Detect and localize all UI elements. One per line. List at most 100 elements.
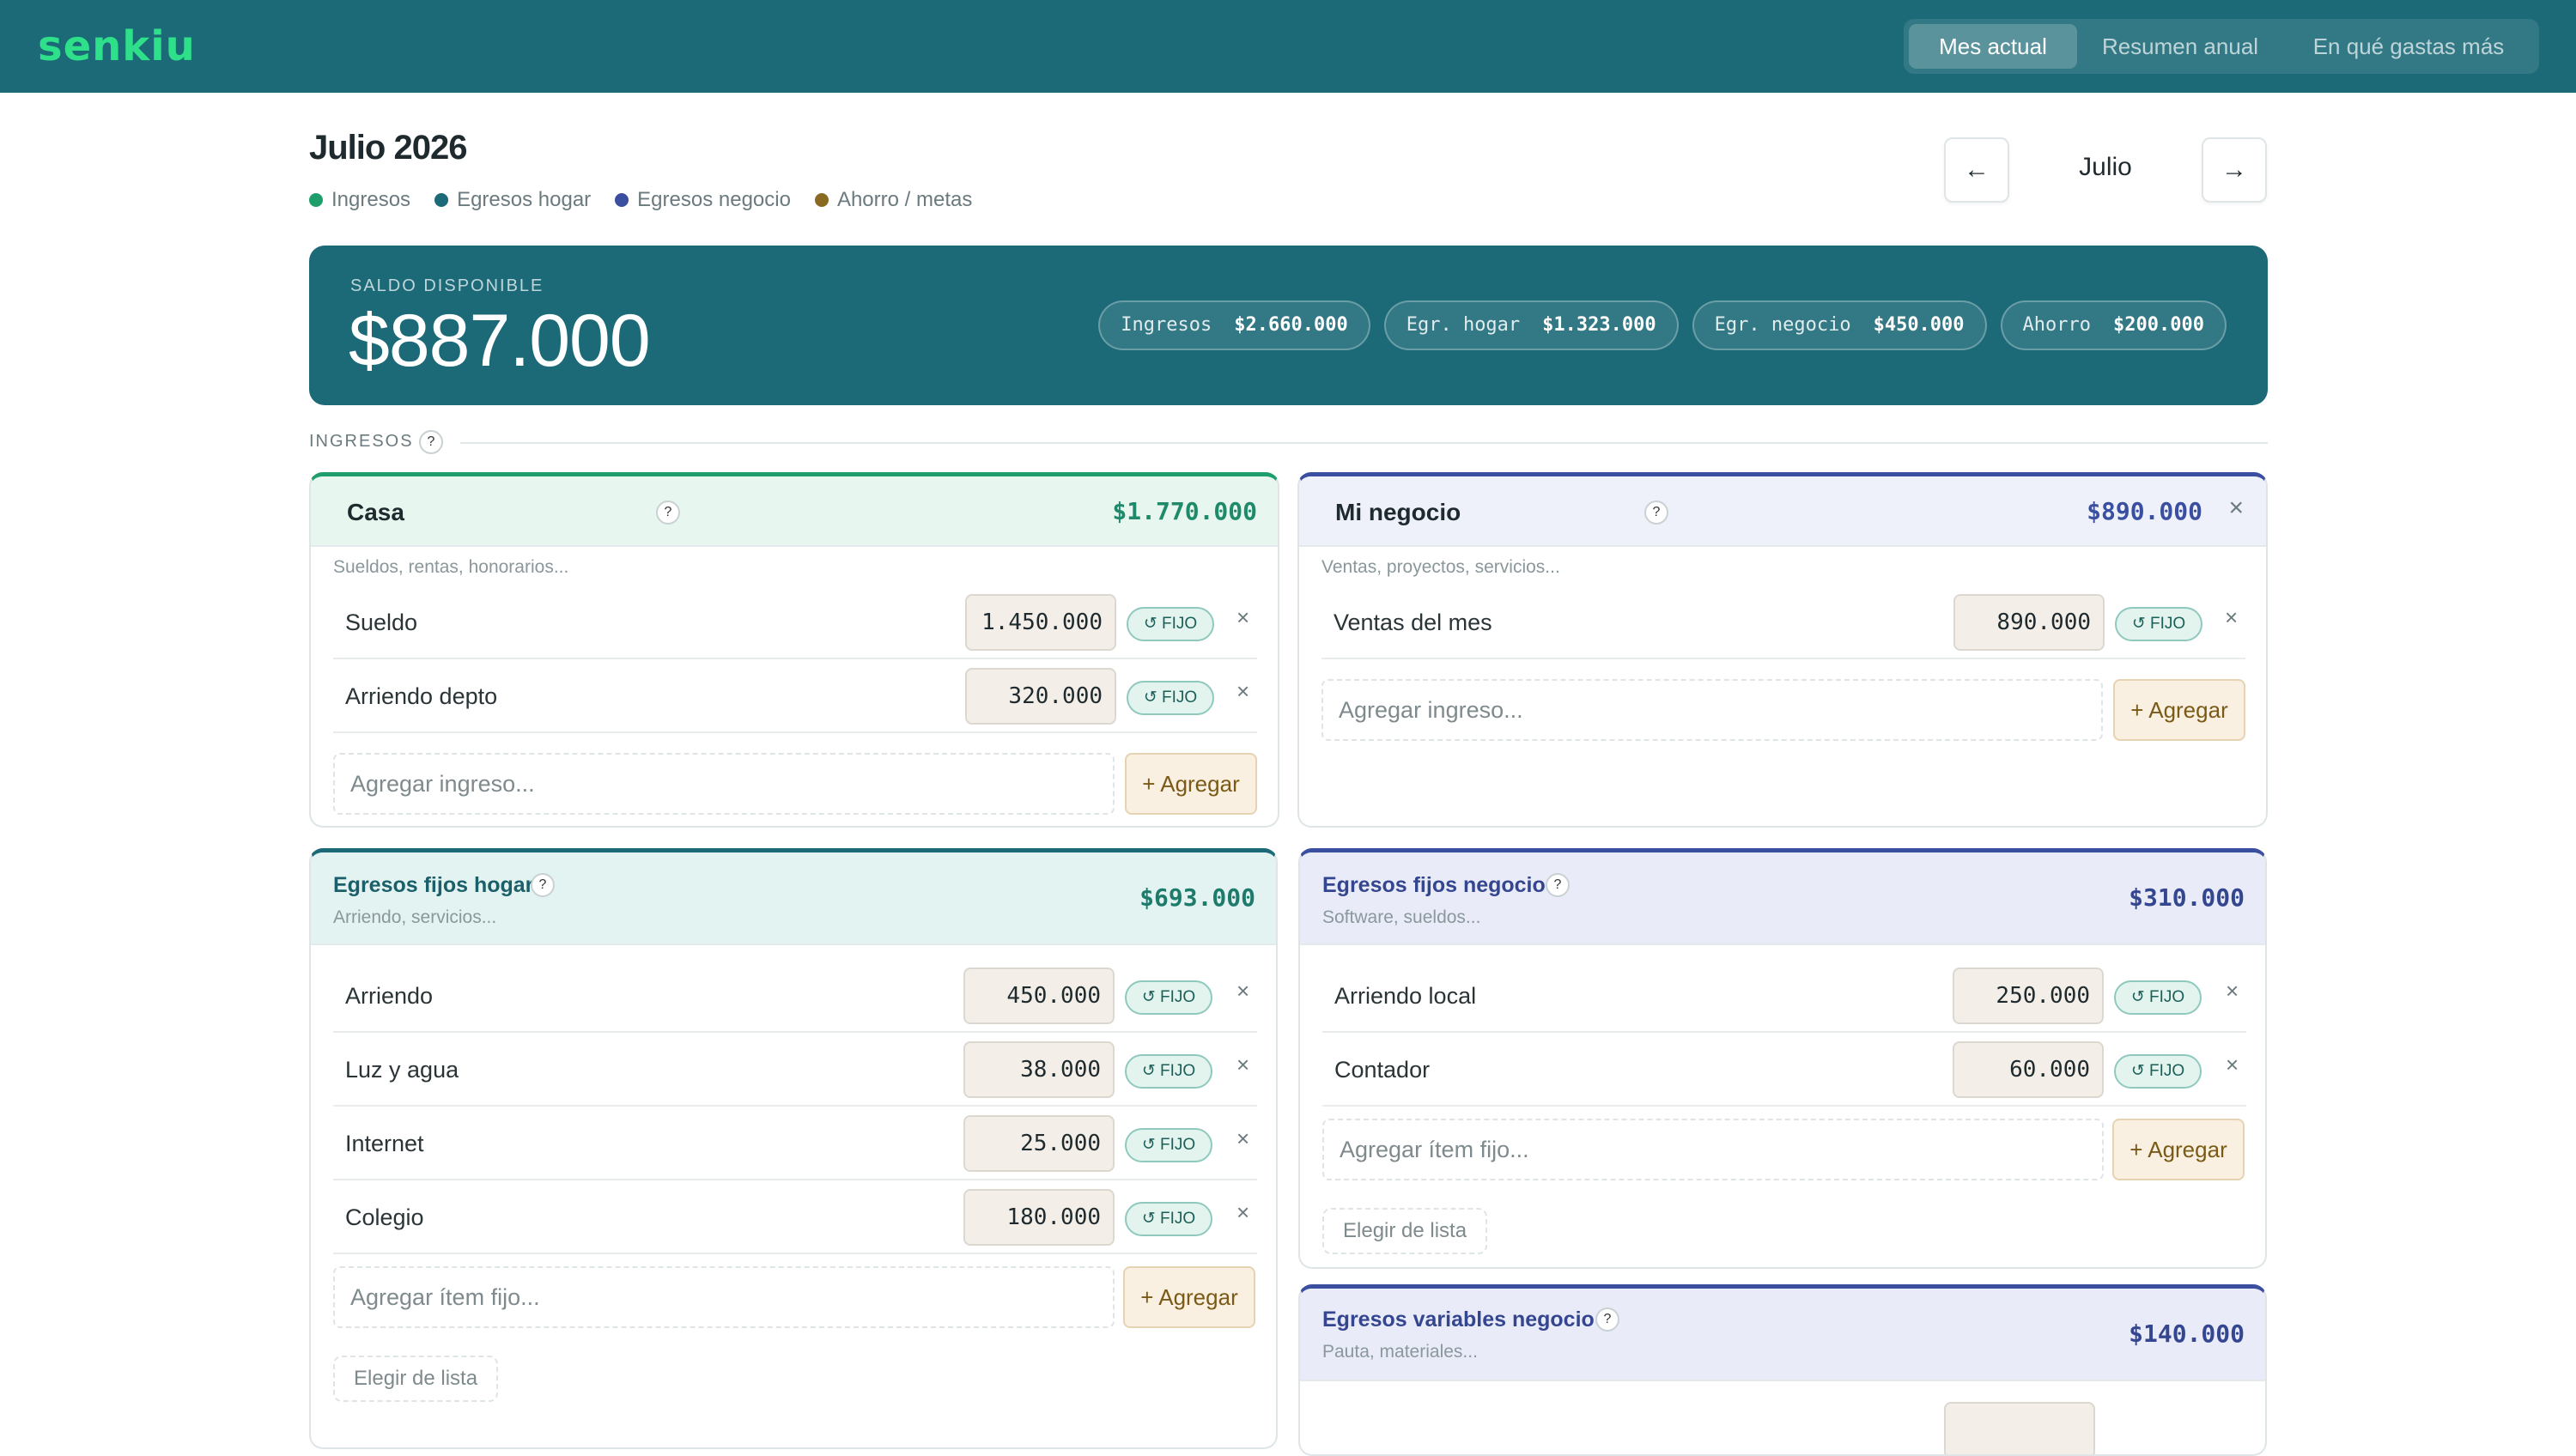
legend-label: Ingresos [331, 188, 411, 211]
list-item: Arriendo local 250.000 ↺ FIJO × [1322, 959, 2246, 1033]
tab-en-que-gastas-mas[interactable]: En qué gastas más [2283, 24, 2534, 69]
remove-icon[interactable]: × [1236, 1125, 1249, 1152]
card-total: $140.000 [2129, 1320, 2245, 1348]
amount-input[interactable]: 60.000 [1953, 1041, 2104, 1098]
card-subtitle: Software, sueldos... [1322, 907, 1481, 927]
card-header: Egresos variables negocio ? Pauta, mater… [1300, 1289, 2265, 1381]
add-item-input[interactable]: Agregar ítem fijo... [333, 1266, 1115, 1328]
item-label[interactable]: Arriendo local [1334, 983, 1476, 1010]
tab-resumen-anual[interactable]: Resumen anual [2086, 24, 2275, 69]
remove-icon[interactable]: × [1236, 1052, 1249, 1078]
item-label[interactable]: Sueldo [345, 610, 417, 636]
remove-icon[interactable]: × [1236, 604, 1249, 631]
card-title[interactable]: Mi negocio [1335, 499, 1461, 526]
amount-input[interactable]: 38.000 [963, 1041, 1115, 1098]
amount-input[interactable]: 1.450.000 [965, 594, 1116, 651]
item-label[interactable]: Arriendo [345, 983, 433, 1010]
help-icon[interactable]: ? [1546, 873, 1570, 897]
fijo-toggle[interactable]: ↺ FIJO [2115, 607, 2202, 641]
pill-label: Ingresos [1121, 314, 1212, 336]
card-total: $1.770.000 [1112, 497, 1257, 525]
pill-label: Egr. hogar [1406, 314, 1521, 336]
item-label[interactable]: Luz y agua [345, 1057, 459, 1083]
fijo-toggle[interactable]: ↺ FIJO [1127, 607, 1214, 641]
add-item-input[interactable]: Agregar ítem fijo... [1322, 1119, 2104, 1180]
help-icon[interactable]: ? [531, 873, 555, 897]
card-header: Casa ? $1.770.000 [311, 476, 1278, 547]
remove-icon[interactable]: × [2225, 604, 2238, 631]
amount-input[interactable]: 320.000 [965, 668, 1116, 725]
card-subtitle: Sueldos, rentas, honorarios... [333, 557, 569, 577]
help-icon[interactable]: ? [419, 430, 443, 454]
page-title: Julio 2026 [309, 129, 467, 167]
add-button[interactable]: + Agregar [1125, 753, 1257, 815]
remove-icon[interactable]: × [2226, 978, 2239, 1004]
amount-input[interactable]: 250.000 [1953, 968, 2104, 1024]
help-icon[interactable]: ? [1644, 500, 1668, 525]
close-icon[interactable]: × [2228, 494, 2244, 523]
add-item-input[interactable]: Agregar ingreso... [333, 753, 1115, 815]
list-item: Internet 25.000 ↺ FIJO × [333, 1107, 1257, 1180]
card-subtitle: Pauta, materiales... [1322, 1342, 1478, 1362]
legend-item-ahorro: Ahorro / metas [814, 188, 972, 212]
pill-label: Egr. negocio [1714, 314, 1851, 336]
tab-mes-actual[interactable]: Mes actual [1909, 24, 2077, 69]
next-month-button[interactable]: → [2202, 137, 2267, 203]
expense-card-fijos-negocio: Egresos fijos negocio ? Software, sueldo… [1298, 848, 2267, 1269]
card-title[interactable]: Egresos variables negocio [1322, 1307, 1595, 1332]
card-title[interactable]: Casa [347, 499, 404, 526]
remove-icon[interactable]: × [1236, 978, 1249, 1004]
card-subtitle: Arriendo, servicios... [333, 907, 497, 927]
fijo-toggle[interactable]: ↺ FIJO [1125, 1128, 1212, 1162]
add-item-input[interactable]: Agregar ingreso... [1321, 679, 2103, 741]
list-item: Colegio 180.000 ↺ FIJO × [333, 1180, 1257, 1254]
pill-value: $2.660.000 [1234, 314, 1348, 336]
help-icon[interactable]: ? [656, 500, 680, 525]
add-button[interactable]: + Agregar [1123, 1266, 1255, 1328]
amount-input[interactable] [1944, 1402, 2095, 1454]
app-logo[interactable]: senkiu [38, 22, 196, 70]
remove-icon[interactable]: × [2226, 1052, 2239, 1078]
fijo-toggle[interactable]: ↺ FIJO [2114, 1054, 2202, 1089]
list-item: Luz y agua 38.000 ↺ FIJO × [333, 1033, 1257, 1107]
expense-card-fijos-hogar: Egresos fijos hogar ? Arriendo, servicio… [309, 848, 1278, 1449]
add-button[interactable]: + Agregar [2112, 1119, 2245, 1180]
pick-from-list-button[interactable]: Elegir de lista [333, 1356, 499, 1402]
amount-input[interactable]: 450.000 [963, 968, 1115, 1024]
summary-pill-ingresos: Ingresos $2.660.000 [1098, 300, 1370, 350]
balance-summary-pills: Ingresos $2.660.000 Egr. hogar $1.323.000 … [1084, 300, 2227, 350]
expense-card-variables-negocio: Egresos variables negocio ? Pauta, mater… [1298, 1284, 2267, 1456]
item-label[interactable]: Contador [1334, 1057, 1430, 1083]
remove-icon[interactable]: × [1236, 1199, 1249, 1226]
amount-input[interactable]: 890.000 [1953, 594, 2105, 651]
fijo-toggle[interactable]: ↺ FIJO [1125, 980, 1212, 1015]
fijo-toggle[interactable]: ↺ FIJO [1125, 1054, 1212, 1089]
card-total: $890.000 [2087, 497, 2202, 525]
section-divider [460, 442, 2268, 444]
item-label[interactable]: Colegio [345, 1204, 424, 1231]
amount-input[interactable]: 25.000 [963, 1115, 1115, 1172]
top-bar: senkiu Mes actual Resumen anual En qué g… [0, 0, 2576, 93]
card-title[interactable]: Egresos fijos hogar [333, 873, 533, 898]
fijo-toggle[interactable]: ↺ FIJO [1127, 681, 1214, 715]
remove-icon[interactable]: × [1236, 678, 1249, 705]
pick-from-list-button[interactable]: Elegir de lista [1322, 1208, 1488, 1254]
card-total: $310.000 [2129, 883, 2245, 912]
fijo-toggle[interactable]: ↺ FIJO [1125, 1202, 1212, 1236]
item-label[interactable]: Internet [345, 1131, 424, 1157]
amount-input[interactable]: 180.000 [963, 1189, 1115, 1246]
help-icon[interactable]: ? [1595, 1307, 1619, 1332]
card-subtitle: Ventas, proyectos, servicios... [1321, 557, 1560, 577]
item-label[interactable]: Arriendo depto [345, 683, 497, 710]
item-label[interactable]: Ventas del mes [1334, 610, 1492, 636]
card-title[interactable]: Egresos fijos negocio [1322, 873, 1546, 898]
fijo-toggle[interactable]: ↺ FIJO [2114, 980, 2202, 1015]
category-legend: Ingresos Egresos hogar Egresos negocio A… [309, 187, 996, 213]
list-item: Ventas del mes 890.000 ↺ FIJO × [1321, 585, 2245, 659]
balance-value: $887.000 [349, 300, 651, 382]
income-card-casa: Casa ? $1.770.000 Sueldos, rentas, honor… [309, 472, 1279, 828]
legend-label: Egresos hogar [457, 188, 592, 211]
prev-month-button[interactable]: ← [1944, 137, 2009, 203]
add-button[interactable]: + Agregar [2113, 679, 2245, 741]
pill-value: $450.000 [1873, 314, 1965, 336]
